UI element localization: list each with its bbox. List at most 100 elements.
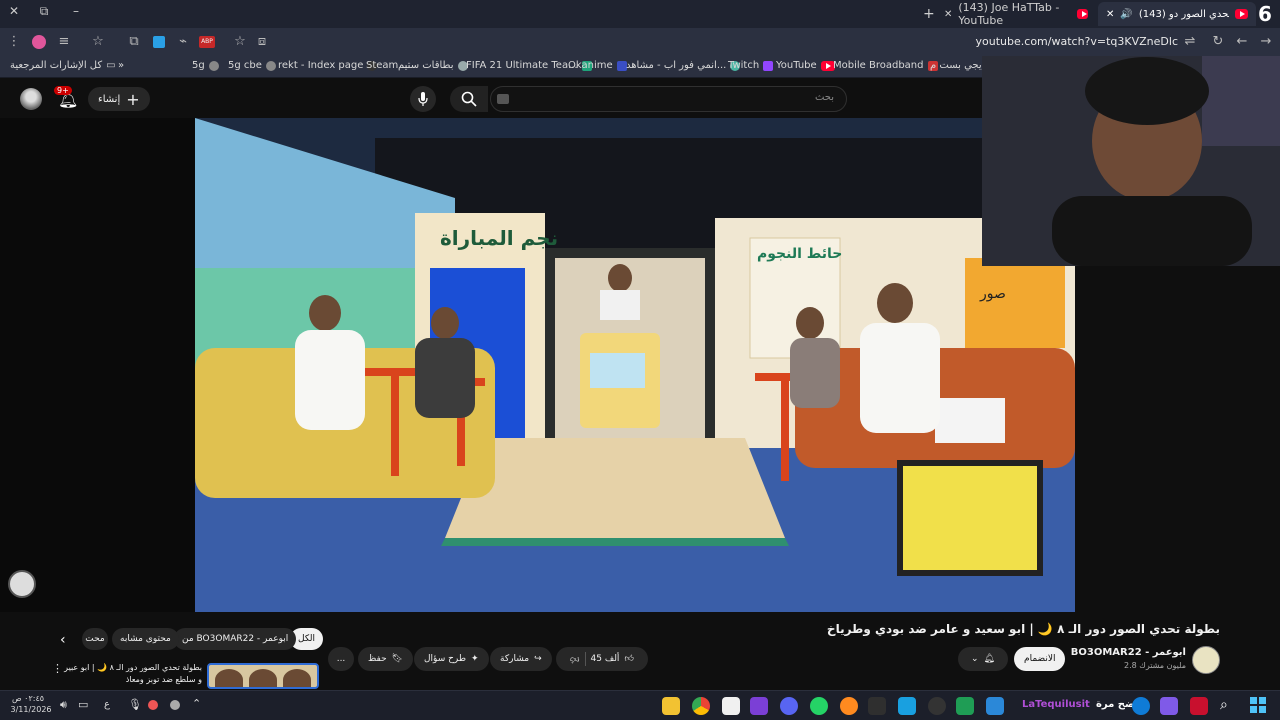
extension-wifi-icon[interactable]: ⌁	[175, 34, 191, 49]
subscriber-count: 2.8 مليون مشترك	[1123, 661, 1186, 670]
clock-time[interactable]: ٠٢:٤٥ ص	[8, 694, 48, 703]
video-frame: نجم المباراة حائط النجوم صور	[195, 118, 1075, 612]
set-sign-left: نجم المباراة	[440, 226, 558, 250]
app-icon[interactable]	[1160, 697, 1178, 715]
chevron-up-icon[interactable]: ⌃	[192, 697, 201, 710]
url-text[interactable]: youtube.com/watch?v=tq3KVZneDlc	[900, 35, 1178, 48]
discord-icon[interactable]	[780, 697, 798, 715]
back-icon[interactable]: →	[1258, 34, 1274, 49]
bookmark-item[interactable]: YouTube	[776, 60, 835, 71]
site-settings-icon[interactable]: ⇌	[1182, 34, 1198, 49]
save-button[interactable]: حفظ 🔖︎	[358, 647, 414, 671]
filter-chip-more[interactable]: محت	[82, 628, 108, 650]
channel-avatar[interactable]	[1192, 646, 1220, 674]
extensions-star-icon[interactable]: ☆	[90, 34, 106, 49]
extension-icon[interactable]	[153, 36, 165, 48]
menu-dots-icon[interactable]: ⋮	[6, 34, 22, 49]
windows-start-icon[interactable]	[1250, 697, 1266, 713]
language-indicator[interactable]: ع	[104, 699, 110, 710]
bookmark-item[interactable]: 5g cbe	[228, 60, 276, 71]
filter-chip-channel[interactable]: من BO3OMAR22 - ابوعمر	[174, 628, 297, 650]
bookmark-item[interactable]: انمي فور اب - مشاهد...	[626, 60, 741, 71]
puzzle-icon[interactable]: ⧉	[126, 34, 142, 49]
capcut-icon[interactable]	[722, 697, 740, 715]
keyboard-icon[interactable]	[497, 94, 509, 104]
volume-icon[interactable]: 🔊︎	[60, 698, 67, 712]
avatar[interactable]	[20, 88, 42, 110]
video-title: بطولة تحدي الصور دور الـ ٨ 🌙 | ابو سعيد …	[826, 622, 1220, 636]
tab-joe-hattab[interactable]: ✕ (143) Joe HaTTab - YouTube	[936, 1, 1096, 27]
video-player[interactable]: نجم المباراة حائط النجوم صور	[195, 118, 1075, 612]
chrome-icon[interactable]	[692, 697, 710, 715]
bookmark-item[interactable]: 5g	[192, 60, 219, 71]
app-icon[interactable]	[898, 697, 916, 715]
close-icon[interactable]: ✕	[944, 9, 952, 20]
join-button[interactable]: الانضمام	[1014, 647, 1066, 671]
app-icon[interactable]	[986, 697, 1004, 715]
close-window-icon[interactable]: ✕	[4, 4, 24, 18]
filter-chip-similar[interactable]: محتوى مشابه	[112, 628, 179, 650]
install-icon[interactable]: ⧈	[254, 34, 270, 49]
bookmark-star-icon[interactable]: ☆	[232, 34, 248, 49]
corner-badge: 6	[1258, 2, 1272, 26]
app-icon[interactable]	[1190, 697, 1208, 715]
microphone-tray-icon[interactable]: 🎙︎	[128, 698, 142, 711]
set-sign-poster: صور	[979, 286, 1006, 302]
bookmark-item[interactable]: Okanime	[568, 60, 627, 71]
file-explorer-icon[interactable]	[662, 697, 680, 715]
create-button[interactable]: إنشاء +	[88, 87, 150, 111]
xbox-icon[interactable]	[956, 697, 974, 715]
search-icon[interactable]: ⌕	[1220, 697, 1228, 713]
reload-icon[interactable]: ↻	[1210, 34, 1226, 49]
up-next-thumbnail[interactable]	[207, 663, 319, 689]
chevron-left-icon[interactable]: ‹	[60, 632, 66, 648]
globe-icon	[208, 60, 219, 71]
adblock-icon[interactable]: ABP	[199, 36, 215, 48]
microphone-icon	[418, 92, 428, 106]
subscribed-bell-button[interactable]: ⌄ 🔔︎	[958, 647, 1008, 671]
notification-count-badge: 9+	[54, 86, 72, 95]
tab-video-active[interactable]: ✕ 🔊 (143) بطولة تحدي الصور دو...	[1098, 2, 1256, 26]
profile-icon[interactable]	[32, 35, 46, 49]
app-icon[interactable]	[840, 697, 858, 715]
obs-icon[interactable]	[928, 697, 946, 715]
search-input[interactable]: بحث	[490, 86, 847, 112]
like-icon[interactable]: 👍︎	[624, 654, 633, 664]
bookmark-item[interactable]: بطاقات ستيم	[398, 60, 468, 71]
whatsapp-icon[interactable]	[810, 697, 828, 715]
video-letterbox-right	[1075, 266, 1280, 612]
voice-search-button[interactable]	[410, 86, 436, 112]
network-icon[interactable]: ▭	[78, 698, 88, 711]
restore-icon[interactable]: ⧉	[34, 4, 54, 19]
tray-app-icon[interactable]	[148, 700, 158, 710]
bell-icon: 🔔︎	[983, 654, 995, 664]
edge-icon[interactable]	[1132, 697, 1150, 715]
close-icon[interactable]: ✕	[1106, 9, 1114, 20]
tray-app-icon[interactable]	[170, 700, 180, 710]
youtube-icon	[1235, 9, 1248, 19]
bookmarks-overflow-button[interactable]: »	[118, 60, 124, 71]
more-actions-button[interactable]: ...	[328, 647, 354, 671]
dislike-icon[interactable]: 👍︎	[570, 654, 579, 664]
app-icon[interactable]	[750, 697, 768, 715]
audio-icon[interactable]: 🔊	[1120, 9, 1132, 20]
search-button[interactable]	[450, 86, 488, 112]
clock-date[interactable]: 3/11/2026	[8, 705, 54, 714]
youtube-header: 🔔︎ 9+ إنشاء + بحث	[0, 80, 982, 118]
up-next-title[interactable]: بطولة تحدي الصور دور الـ ٨ 🌙 | ابو عبير …	[60, 662, 202, 686]
webcam-overlay	[982, 56, 1280, 266]
reading-list-icon[interactable]: ≡	[56, 34, 72, 49]
bookmark-item[interactable]: Twitch	[728, 60, 774, 71]
more-vert-icon[interactable]: ⋮	[52, 662, 63, 675]
address-bar: ⋮ ≡ ☆ ⧉ ⌁ ABP ☆ ⧈ youtube.com/watch?v=tq…	[0, 28, 1280, 56]
ask-button[interactable]: طرح سؤال ✦	[414, 647, 489, 671]
share-button[interactable]: مشاركة ↪	[490, 647, 552, 671]
like-count: 45 ألف	[590, 654, 620, 664]
twitch-icon	[763, 60, 774, 71]
all-bookmarks-button[interactable]: كل الإشارات المرجعية ▭	[10, 60, 116, 71]
forward-icon[interactable]: ←	[1234, 34, 1250, 49]
minimize-icon[interactable]: –	[66, 4, 86, 18]
app-icon[interactable]	[868, 697, 886, 715]
bookmark-item[interactable]: Mobile Broadband	[833, 60, 938, 71]
bookmark-item[interactable]: rekt - Index page	[278, 60, 378, 71]
